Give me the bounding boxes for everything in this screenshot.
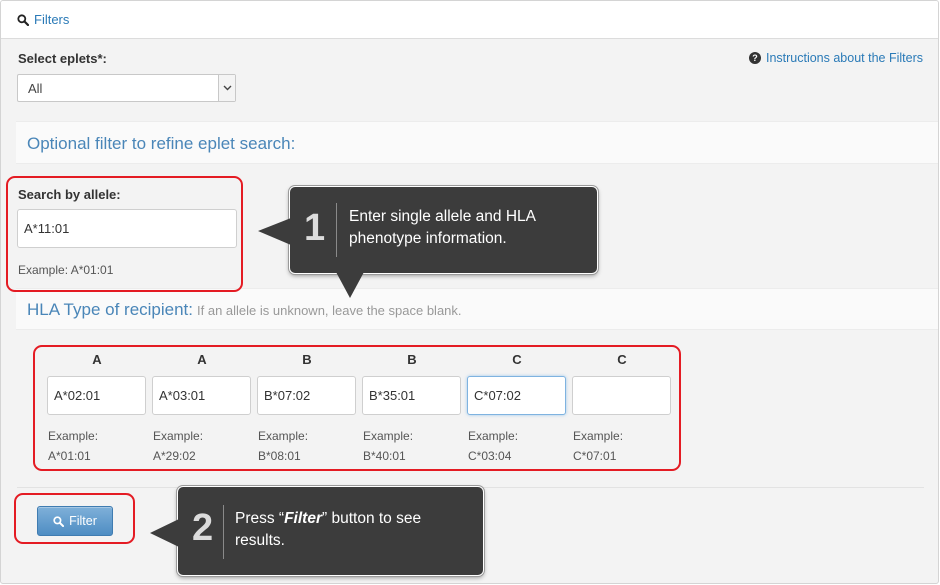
select-eplets-dropdown[interactable]: All [17,74,236,102]
optional-filter-section: Optional filter to refine eplet search: [16,121,938,164]
panel-header: Filters [1,1,938,39]
callout-step-1: 1 Enter single allele and HLA phenotype … [289,186,598,274]
callout-text-emphasis: Filter [284,510,322,527]
search-icon [17,13,29,26]
question-circle-icon: ? [748,52,761,64]
callout-separator [223,505,224,559]
callout-text-before: Press “ [235,510,285,527]
callout-text: Enter single allele and HLA phenotype in… [349,208,536,247]
hla-type-title: HLA Type of recipient: If an allele is un… [27,300,462,320]
callout-separator [336,203,337,257]
callout-pointer-left [258,218,291,245]
panel-title-text: Filters [34,12,70,27]
highlight-box-filter-button [14,493,135,544]
callout-step-2: 2 Press “Filter” button to see results. [177,486,484,576]
callout-number: 1 [304,207,326,249]
highlight-box-hla-type [33,345,681,471]
select-eplets-label: Select eplets*: [18,51,107,66]
callout-pointer-left [150,519,179,547]
panel-title: Filters [17,12,69,27]
callout-text: Press “Filter” button to see results. [235,508,465,552]
hla-type-section: HLA Type of recipient: If an allele is un… [16,288,938,330]
highlight-box-allele [6,176,243,292]
callout-pointer-down [336,272,364,298]
hla-type-subtitle: If an allele is unknown, leave the space… [197,303,462,318]
instructions-link-text[interactable]: Instructions about the Filters [766,51,923,65]
select-eplets-value: All [28,81,43,96]
hla-type-title-text: HLA Type of recipient: [27,300,194,319]
instructions-link[interactable]: ? Instructions about the Filters [748,51,923,65]
callout-number: 2 [192,507,214,549]
chevron-down-icon[interactable] [218,75,235,101]
optional-filter-title: Optional filter to refine eplet search: [27,134,296,153]
